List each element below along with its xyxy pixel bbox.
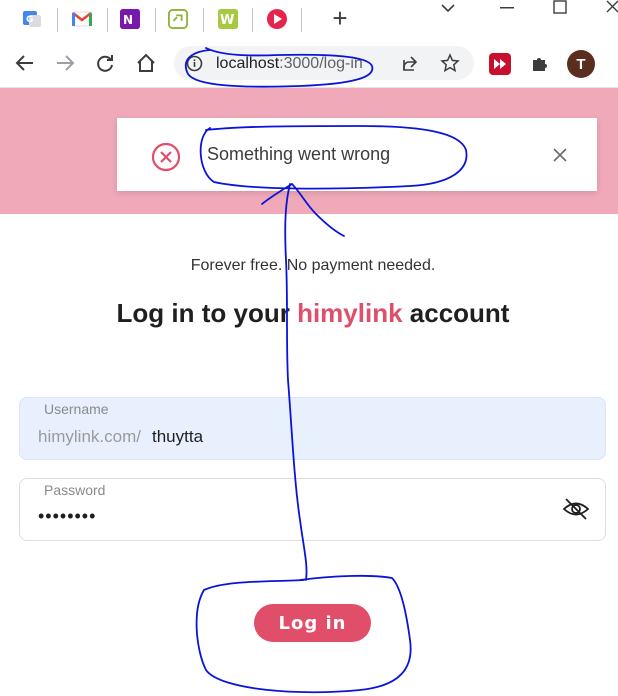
site-info-icon[interactable] [186, 55, 203, 72]
brand-name: himylink [297, 298, 403, 328]
title-prefix: Log in to your [116, 298, 298, 328]
play-app-tab-icon[interactable] [267, 9, 287, 29]
tab-search-chevron-icon[interactable] [440, 2, 456, 18]
back-arrow-icon[interactable] [14, 52, 36, 74]
minimize-icon[interactable] [500, 6, 516, 22]
error-toast: Something went wrong [117, 118, 597, 191]
red-extension-icon[interactable] [489, 53, 511, 75]
toast-close-icon[interactable] [552, 147, 568, 163]
tab-separator [252, 8, 253, 32]
username-field[interactable]: Username himylink.com/ [19, 397, 606, 460]
new-tab-plus-icon[interactable]: + [328, 5, 352, 32]
maximize-icon[interactable] [553, 0, 569, 16]
tab-separator [203, 8, 204, 32]
password-field[interactable]: Password •••••••• [19, 478, 606, 541]
url-text: localhost:3000/log-in [216, 55, 363, 73]
share-icon[interactable] [400, 54, 419, 73]
password-label: Password [44, 482, 106, 498]
url-host: localhost [216, 55, 280, 72]
eye-slash-icon[interactable] [562, 497, 590, 521]
address-bar[interactable]: localhost:3000/log-in [174, 46, 474, 80]
tab-separator [301, 8, 302, 32]
tab-separator [155, 8, 156, 32]
username-label: Username [44, 401, 109, 417]
close-window-icon[interactable] [606, 0, 618, 16]
svg-text:N: N [123, 13, 133, 27]
gmail-tab-icon[interactable] [72, 9, 92, 29]
forward-arrow-icon[interactable] [54, 52, 76, 74]
svg-text:G: G [26, 15, 33, 25]
password-input[interactable]: •••••••• [38, 506, 96, 527]
bookmark-star-icon[interactable] [440, 53, 460, 73]
profile-avatar[interactable]: T [567, 50, 595, 78]
toast-message: Something went wrong [207, 144, 391, 164]
tab-separator [57, 8, 58, 32]
link-app-tab-icon[interactable] [168, 9, 188, 29]
extensions-puzzle-icon[interactable] [530, 53, 550, 73]
page-title: Log in to your himylink account [0, 298, 618, 329]
onenote-tab-icon[interactable]: N [120, 9, 140, 29]
error-circle-icon [151, 142, 181, 172]
home-icon[interactable] [135, 52, 157, 74]
url-path: :3000/log-in [279, 55, 363, 72]
google-translate-tab-icon[interactable]: G [22, 9, 42, 29]
browser-toolbar: localhost:3000/log-in T [0, 40, 618, 88]
reload-icon[interactable] [94, 52, 116, 74]
w-app-tab-icon[interactable]: W [218, 9, 238, 29]
tab-separator [107, 8, 108, 32]
tab-strip: G N W + [0, 0, 618, 40]
tagline: Forever free. No payment needed. [190, 257, 436, 274]
username-input[interactable] [152, 427, 552, 447]
login-button[interactable]: Log in [254, 604, 371, 642]
svg-text:W: W [220, 13, 234, 28]
title-suffix: account [402, 298, 510, 328]
username-prefix: himylink.com/ [38, 427, 141, 446]
